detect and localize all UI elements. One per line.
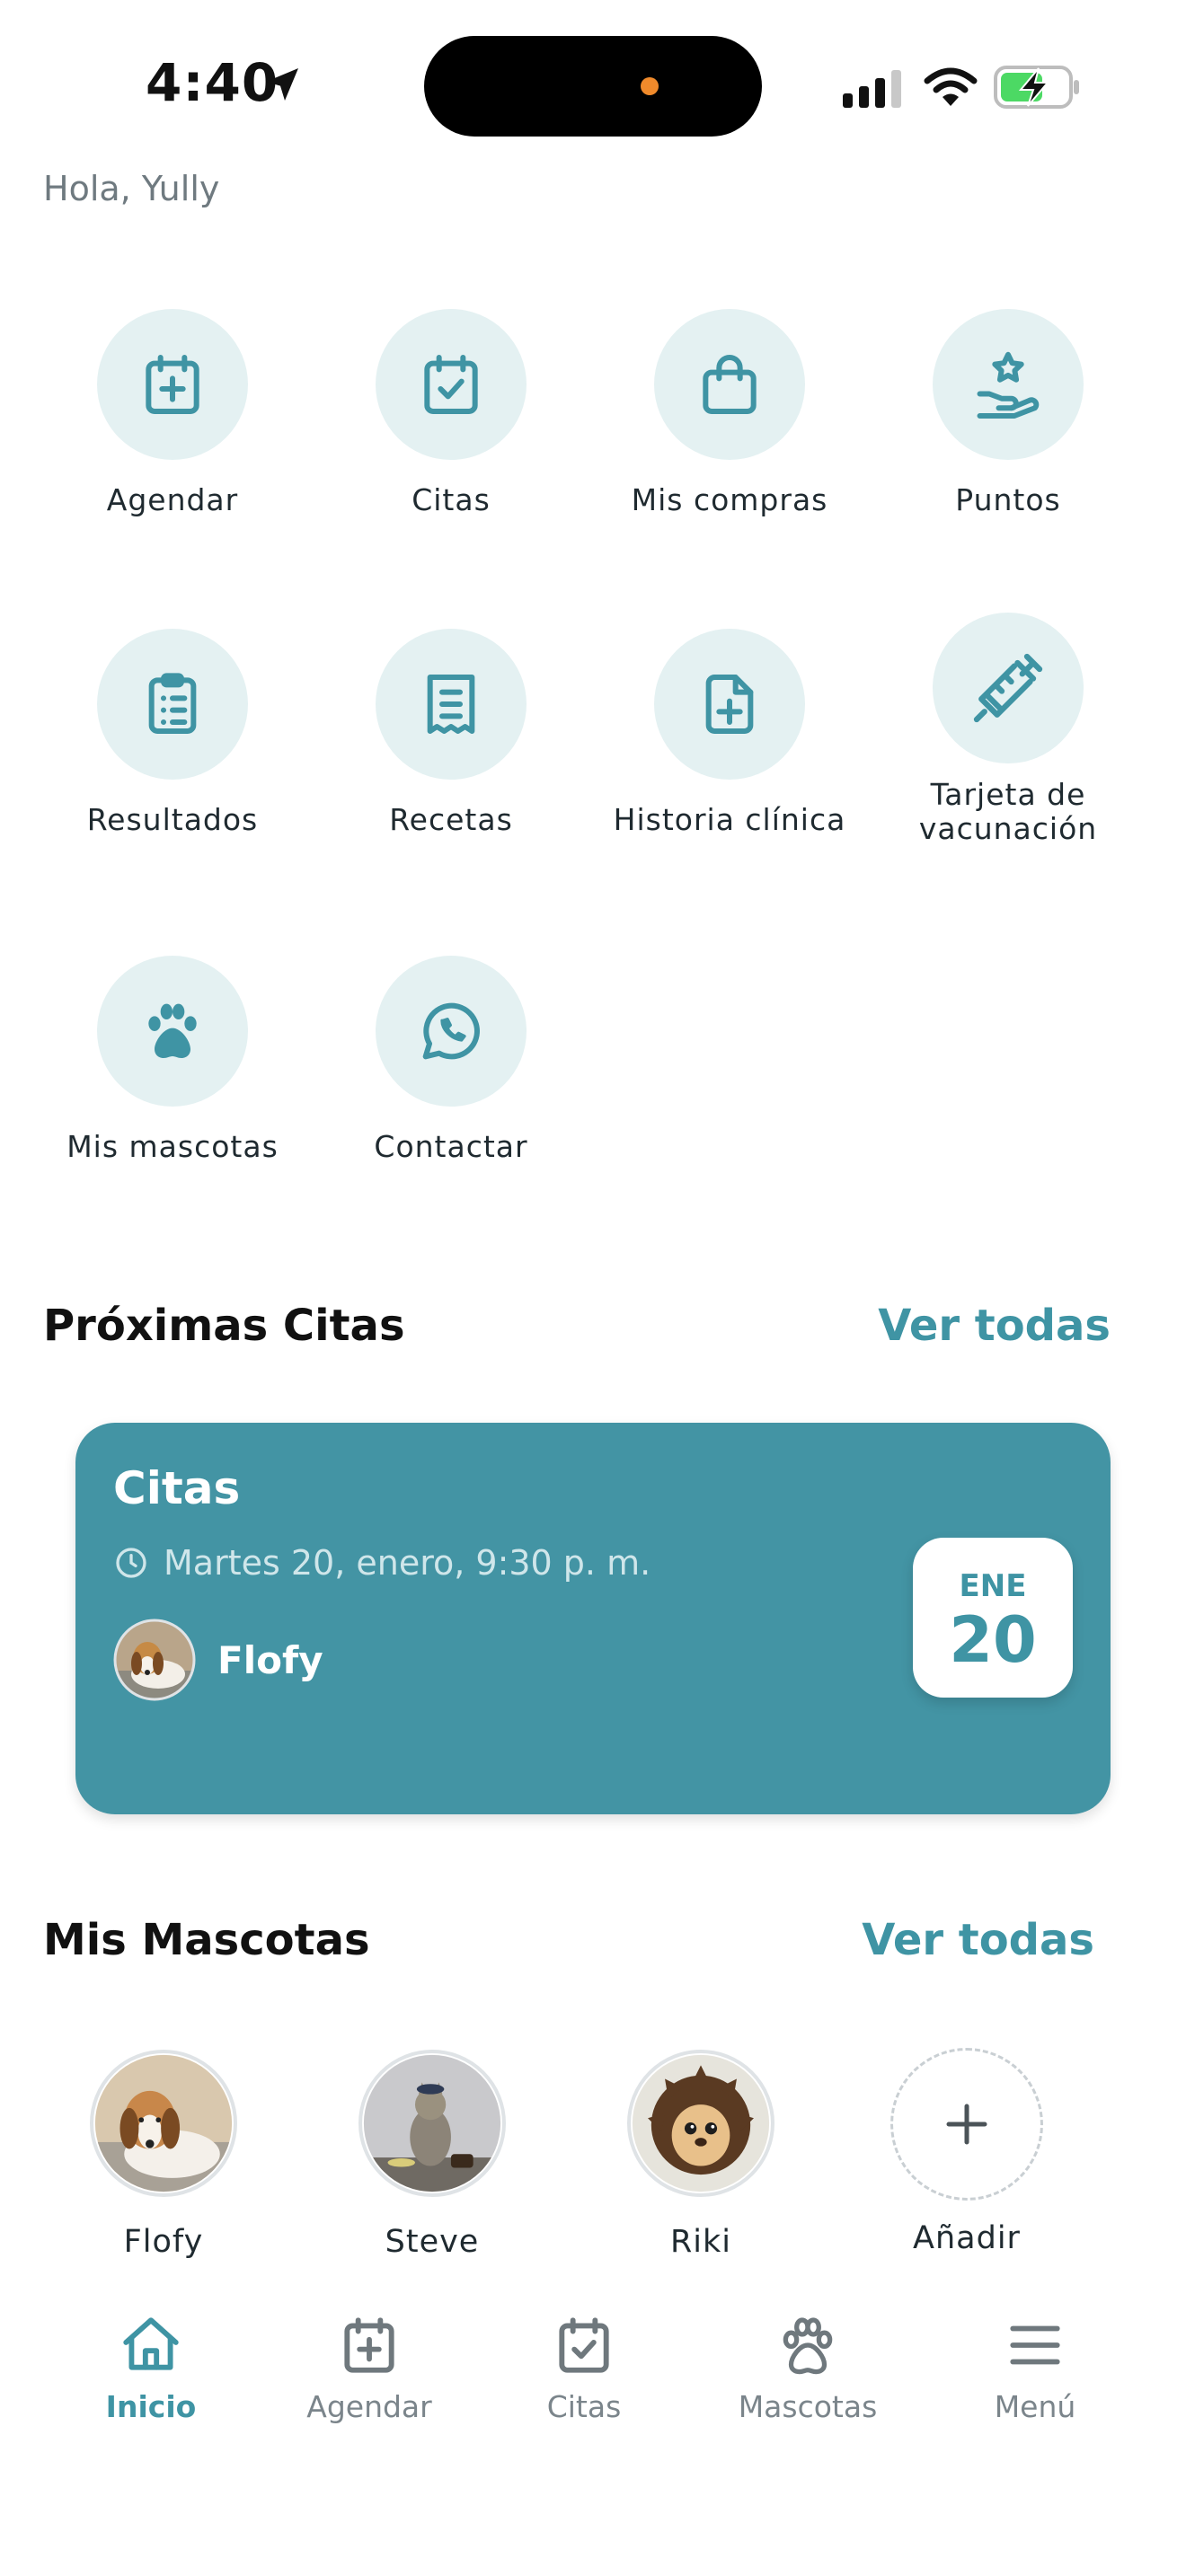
hand-star-icon <box>977 351 1040 419</box>
pet-name: Steve <box>385 2224 480 2260</box>
quick-action-contactar[interactable]: Contactar <box>312 956 590 1164</box>
quick-action-label: Contactar <box>374 1129 528 1164</box>
pet-name: Flofy <box>123 2224 204 2260</box>
paw-icon <box>783 2317 833 2375</box>
upcoming-see-all-link[interactable]: Ver todas <box>878 1301 1111 1351</box>
nav-label: Citas <box>546 2389 622 2424</box>
quick-action-citas[interactable]: Citas <box>312 309 590 517</box>
pets-see-all-link[interactable]: Ver todas <box>862 1915 1094 1965</box>
battery-charging-icon <box>994 66 1079 109</box>
quick-action-mis-compras[interactable]: Mis compras <box>590 309 869 517</box>
pet-item-flofy[interactable]: Flofy <box>56 2050 271 2260</box>
nav-inicio[interactable]: Inicio <box>52 2312 250 2424</box>
plus-icon <box>946 2104 987 2145</box>
date-badge: ENE 20 <box>913 1538 1073 1698</box>
add-pet-label: Añadir <box>913 2220 1021 2256</box>
quick-action-agendar[interactable]: Agendar <box>33 309 312 517</box>
pet-avatar <box>113 1619 196 1701</box>
dynamic-island <box>424 36 762 137</box>
whatsapp-icon <box>422 1002 480 1060</box>
cellular-signal-icon <box>843 70 901 108</box>
appointment-pet-name: Flofy <box>217 1637 323 1682</box>
quick-action-puntos[interactable]: Puntos <box>869 309 1147 517</box>
calendar-plus-icon <box>146 355 199 414</box>
quick-action-recetas[interactable]: Recetas <box>312 629 590 837</box>
nav-citas[interactable]: Citas <box>485 2312 683 2424</box>
quick-action-label: Tarjeta de vacunación <box>918 777 1098 846</box>
clipboard-list-icon <box>148 673 197 734</box>
pet-avatar <box>90 2050 237 2197</box>
nav-menu[interactable]: Menú <box>936 2312 1134 2424</box>
add-pet-button[interactable]: Añadir <box>859 2048 1075 2256</box>
quick-action-mis-mascotas[interactable]: Mis mascotas <box>33 956 312 1164</box>
appointment-title: Citas <box>113 1462 241 1514</box>
home-icon <box>123 2317 179 2370</box>
menu-icon <box>1010 2325 1060 2365</box>
clock-icon <box>116 1548 146 1578</box>
pet-item-steve[interactable]: Steve <box>324 2050 540 2260</box>
appointment-card[interactable]: Citas Martes 20, enero, 9:30 p. m. Flofy… <box>75 1423 1111 1814</box>
wifi-icon <box>924 67 978 106</box>
quick-action-label: Citas <box>412 482 491 517</box>
quick-action-historia-clinica[interactable]: Historia clínica <box>590 629 869 837</box>
appointment-datetime: Martes 20, enero, 9:30 p. m. <box>164 1543 651 1583</box>
quick-action-label: Mis compras <box>631 482 828 517</box>
pet-avatar <box>627 2050 774 2197</box>
nav-label: Menú <box>994 2389 1076 2424</box>
calendar-check-icon <box>559 2317 609 2373</box>
nav-label: Inicio <box>105 2389 197 2424</box>
pet-name: Riki <box>669 2224 732 2260</box>
calendar-plus-icon <box>344 2317 394 2373</box>
paw-icon <box>148 1003 197 1058</box>
quick-action-label: Puntos <box>955 482 1061 517</box>
nav-mascotas[interactable]: Mascotas <box>709 2312 907 2424</box>
status-time: 4:40 <box>146 52 279 113</box>
shopping-bag-icon <box>703 355 757 414</box>
nav-label: Mascotas <box>738 2389 878 2424</box>
syringe-icon <box>973 653 1043 723</box>
file-plus-icon <box>705 675 754 734</box>
quick-action-tarjeta-vacunacion[interactable]: Tarjeta de vacunación <box>869 613 1147 846</box>
greeting-text: Hola, Yully <box>43 169 220 208</box>
nav-agendar[interactable]: Agendar <box>270 2312 468 2424</box>
quick-action-label: Agendar <box>106 482 239 517</box>
quick-action-resultados[interactable]: Resultados <box>33 629 312 837</box>
quick-action-label: Recetas <box>389 802 513 837</box>
nav-label: Agendar <box>306 2389 432 2424</box>
date-badge-day: 20 <box>949 1603 1037 1677</box>
receipt-icon <box>427 675 475 734</box>
location-arrow-icon <box>266 68 298 101</box>
quick-action-label: Mis mascotas <box>66 1129 279 1164</box>
upcoming-title: Próximas Citas <box>43 1301 405 1351</box>
calendar-check-icon <box>424 355 478 414</box>
quick-action-label: Historia clínica <box>613 802 846 837</box>
camera-indicator <box>641 77 659 95</box>
pet-item-riki[interactable]: Riki <box>593 2050 809 2260</box>
pets-title: Mis Mascotas <box>43 1915 370 1965</box>
pet-avatar <box>358 2050 506 2197</box>
quick-action-label: Resultados <box>86 802 259 837</box>
date-badge-month: ENE <box>959 1568 1027 1604</box>
